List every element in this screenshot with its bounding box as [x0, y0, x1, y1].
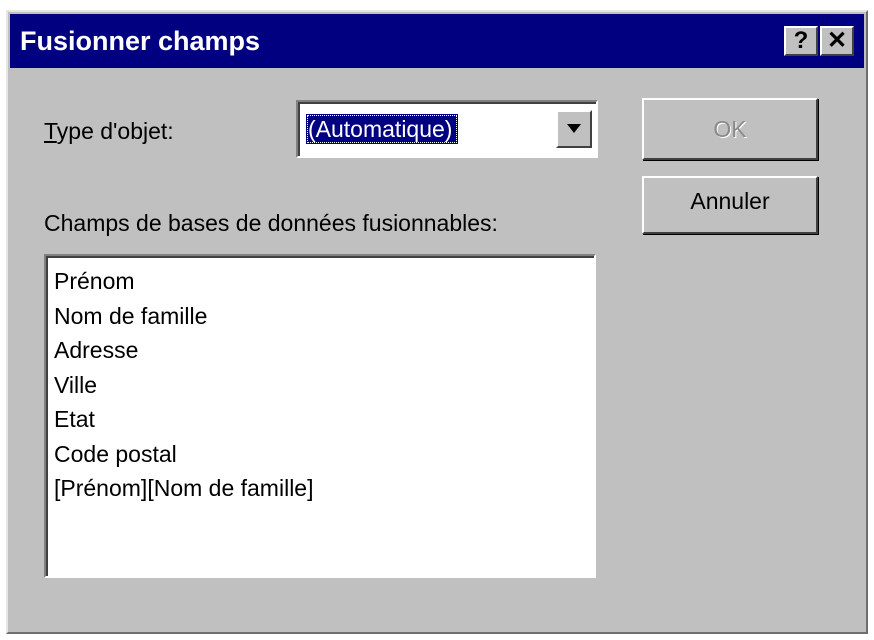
list-item[interactable]: [Prénom][Nom de famille] [54, 471, 594, 506]
list-item[interactable]: Etat [54, 402, 594, 437]
list-item[interactable]: Adresse [54, 333, 594, 368]
ok-button[interactable]: OK [642, 98, 818, 160]
cancel-button[interactable]: Annuler [642, 176, 818, 234]
help-icon: ? [793, 27, 809, 54]
object-type-label: Type d'objet: [44, 117, 174, 145]
close-button[interactable]: ✕ [820, 26, 854, 56]
list-item[interactable]: Code postal [54, 437, 594, 472]
object-type-selected-value: (Automatique) [306, 114, 459, 144]
list-item[interactable]: Nom de famille [54, 299, 594, 334]
object-type-dropdown-button[interactable] [556, 110, 592, 148]
close-icon: ✕ [826, 27, 848, 54]
object-type-label-text: ype d'objet: [56, 118, 174, 144]
dialog-title: Fusionner champs [20, 26, 261, 56]
merge-fields-list[interactable]: Prénom Nom de famille Adresse Ville Etat… [44, 254, 596, 578]
chevron-down-icon [567, 124, 581, 133]
help-button[interactable]: ? [784, 26, 818, 56]
object-type-label-mnemonic: T [44, 118, 57, 144]
title-bar[interactable]: Fusionner champs ? ✕ [10, 14, 864, 68]
merge-fields-dialog: Fusionner champs ? ✕ Type d'objet: (Auto… [6, 10, 868, 634]
list-item[interactable]: Prénom [54, 264, 594, 299]
list-item[interactable]: Ville [54, 368, 594, 403]
merge-fields-label: Champs de bases de données fusionnables: [44, 210, 498, 236]
object-type-select[interactable]: (Automatique) [296, 100, 598, 158]
